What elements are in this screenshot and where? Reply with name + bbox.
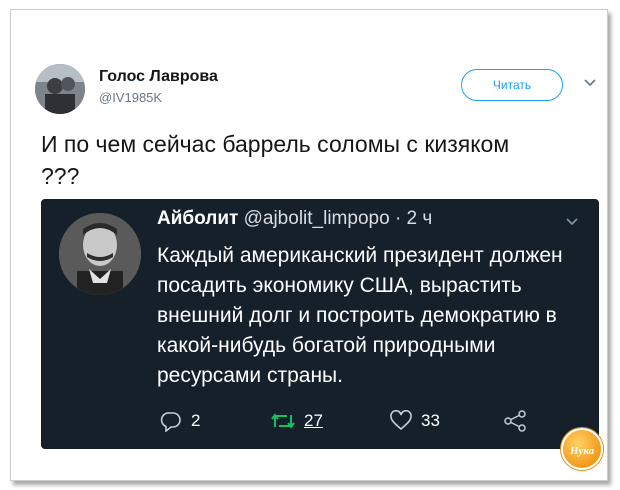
display-name[interactable]: Голос Лаврова [99,68,218,86]
reply-count: 2 [191,411,201,430]
quoted-name[interactable]: Айболит [157,208,238,229]
quoted-separator: · [394,208,402,229]
quoted-avatar-image [59,213,141,295]
reply-action[interactable]: 2 [159,409,200,433]
tweet-card: Голос Лаврова @IV1985K Читать И по чем с… [10,9,608,481]
quoted-handle[interactable]: @ajbolit_limpopo [244,208,390,229]
quoted-header: Айболит @ajbolit_limpopo · 2 ч [157,208,432,230]
chevron-down-icon[interactable] [565,217,579,227]
retweet-icon [271,413,295,429]
user-handle[interactable]: @IV1985K [99,90,162,105]
avatar-image [35,64,85,114]
like-action[interactable]: 33 [389,409,440,433]
retweet-count: 27 [304,411,323,430]
share-action[interactable] [503,409,527,433]
watermark-logo-mark: Нука [569,445,595,457]
retweet-action[interactable]: 27 [270,409,323,433]
chevron-down-icon[interactable] [583,78,597,88]
quoted-text: Каждый американский президент должен пос… [157,244,563,387]
share-icon [504,410,526,432]
svg-text:Нука: Нука [569,445,595,457]
follow-button[interactable]: Читать [461,69,563,101]
like-count: 33 [421,411,440,430]
avatar[interactable] [35,64,85,114]
heart-icon [390,410,412,431]
quoted-tweet[interactable]: Айболит @ajbolit_limpopo · 2 ч Каждый ам… [41,199,599,449]
reply-icon [160,412,181,432]
tweet-text: И по чем сейчас баррель соломы с кизяком… [41,131,510,189]
watermark-logo: Нука [561,428,603,470]
quoted-avatar[interactable] [59,213,141,295]
quoted-time[interactable]: 2 ч [407,208,433,229]
